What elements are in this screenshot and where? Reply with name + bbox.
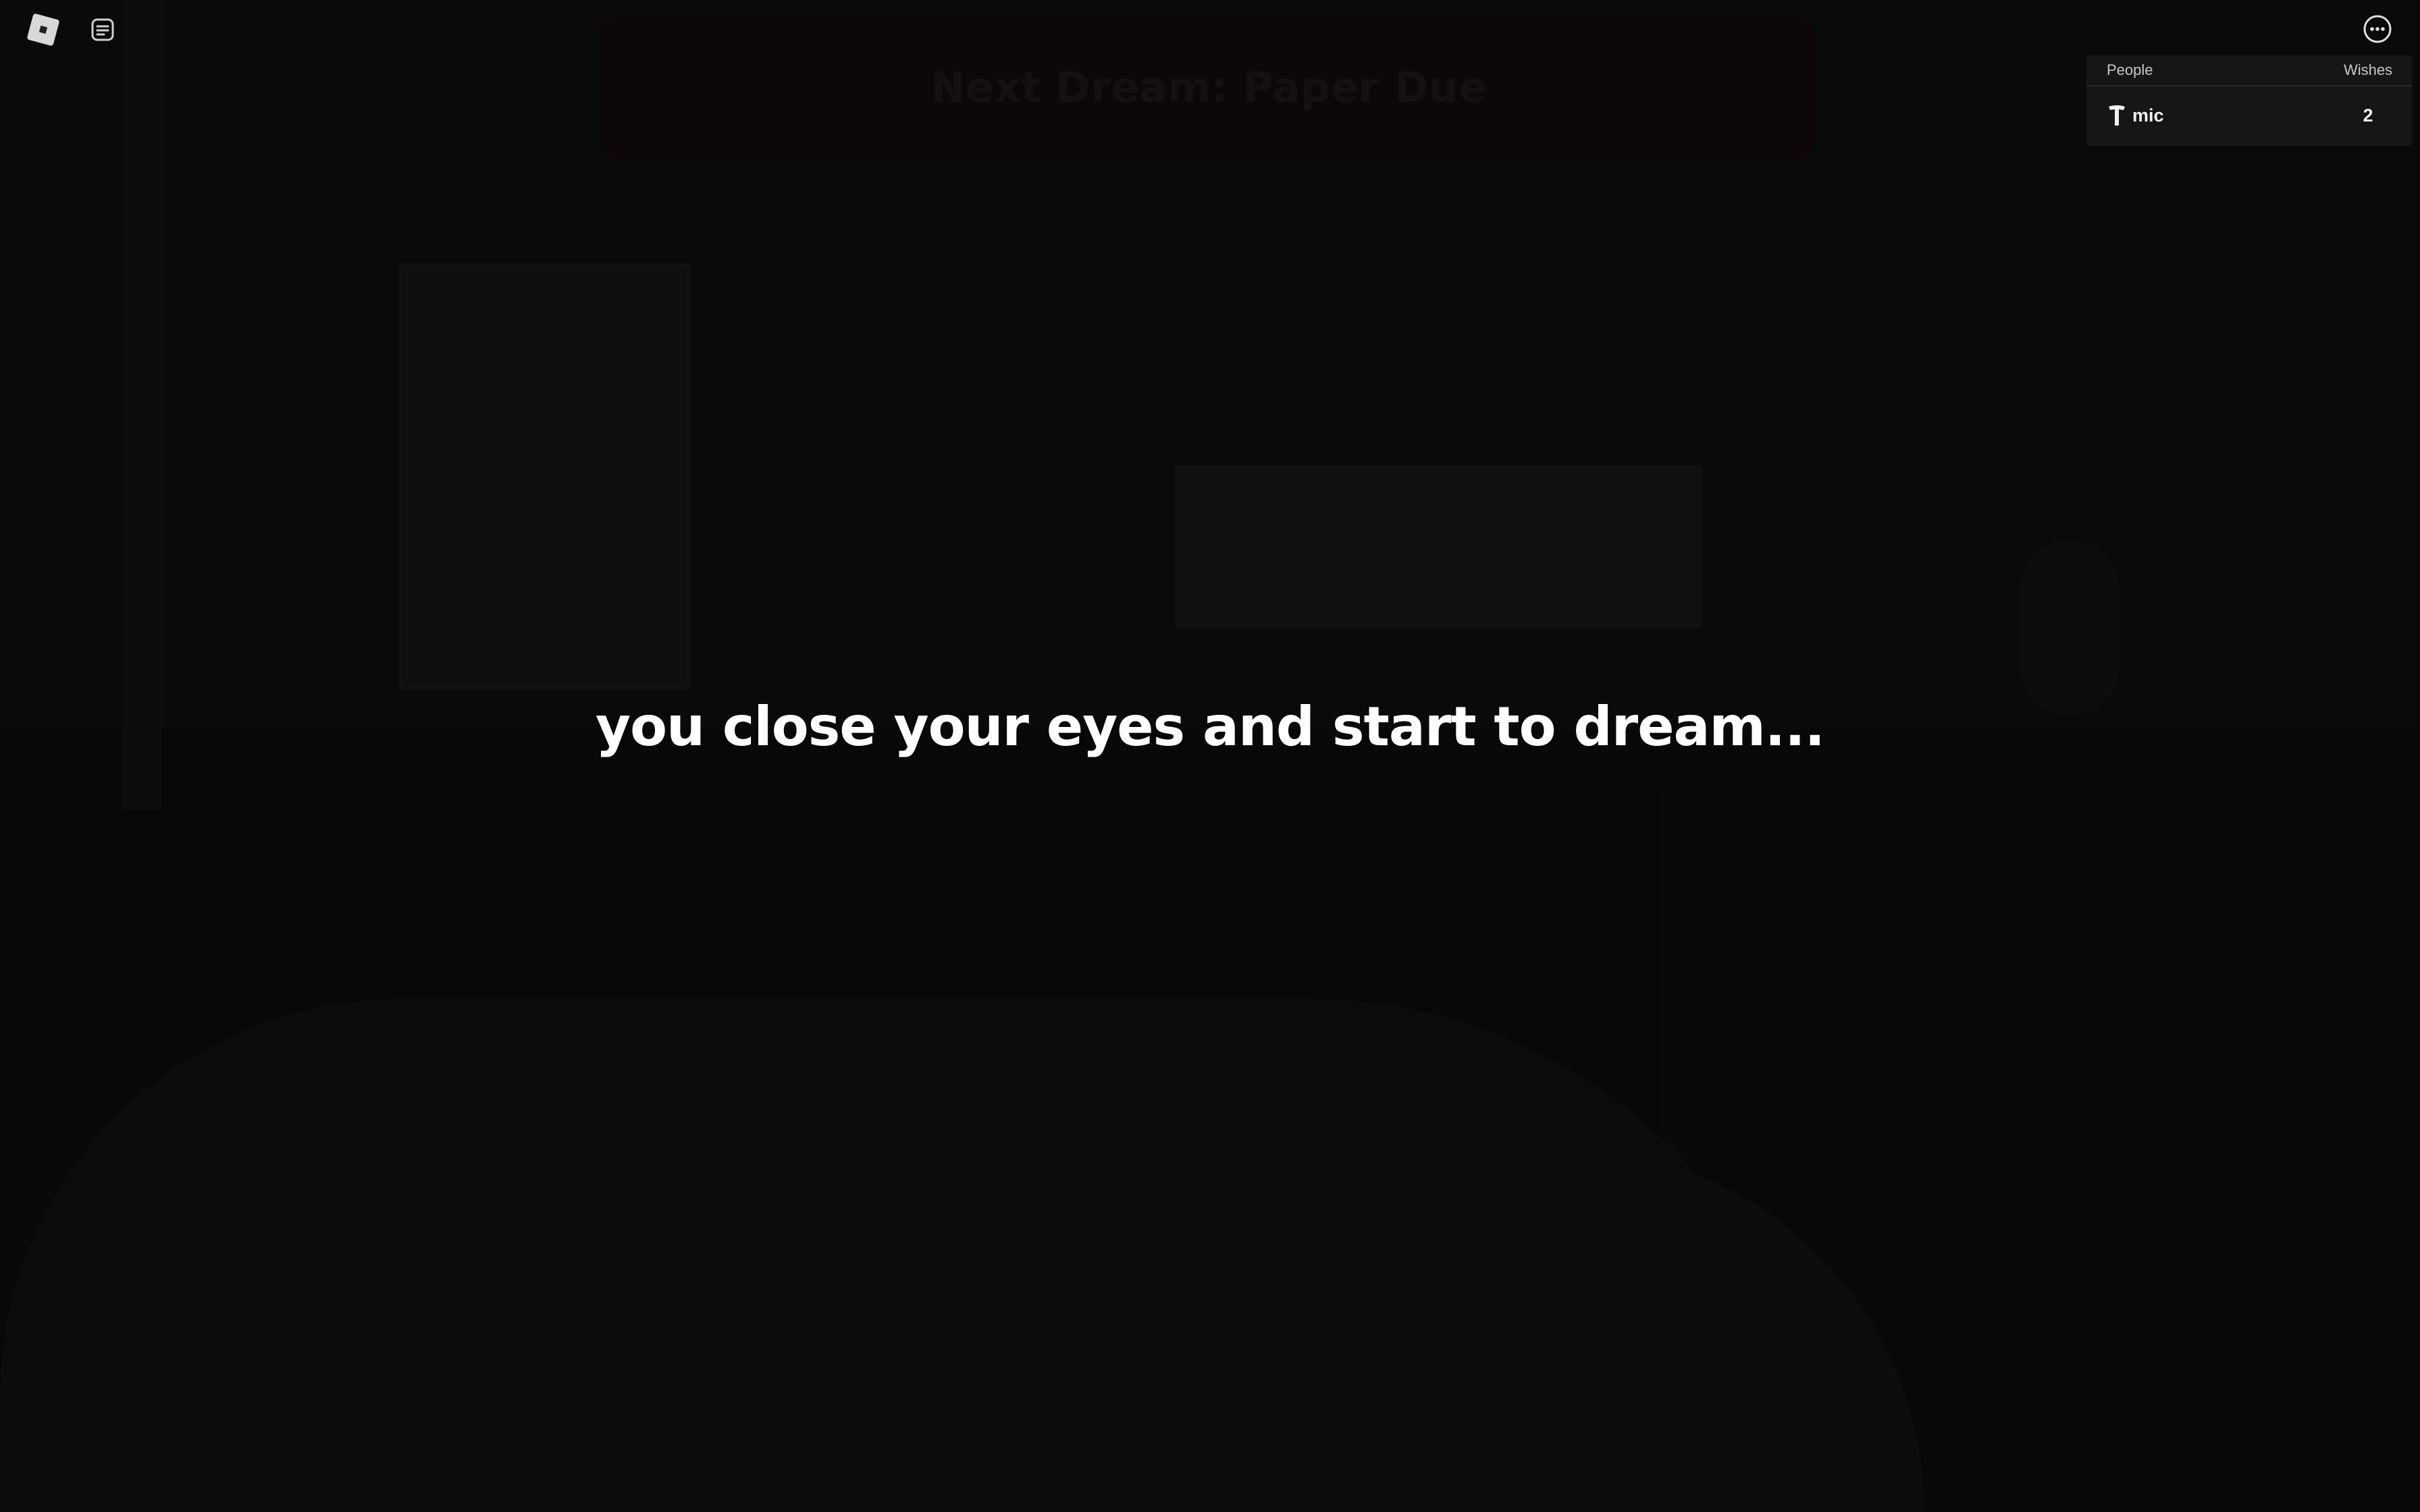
- roblox-logo-icon: [26, 13, 60, 47]
- more-options-button[interactable]: [2361, 12, 2394, 46]
- player-leaderboard: People Wishes mic 2: [2086, 55, 2412, 146]
- leaderboard-player-row[interactable]: mic 2: [2086, 86, 2412, 144]
- scene-window: [1175, 466, 1702, 628]
- scene-lamp: [2019, 540, 2120, 716]
- scene-dresser: [1661, 790, 2420, 1168]
- player-name: mic: [2132, 105, 2164, 126]
- scene-door: [398, 263, 690, 690]
- next-dream-banner: Next Dream: Paper Due: [604, 15, 1813, 160]
- game-viewport[interactable]: Next Dream: Paper Due People Wishes mic …: [0, 0, 2420, 1512]
- premium-badge-icon: [2107, 104, 2127, 127]
- leaderboard-header: People Wishes: [2086, 55, 2412, 86]
- column-people: People: [2107, 61, 2153, 78]
- column-wishes: Wishes: [2343, 61, 2393, 78]
- player-wishes-value: 2: [2363, 105, 2373, 126]
- roblox-menu-button[interactable]: [24, 11, 62, 49]
- chat-icon: [90, 17, 115, 43]
- player-cell: mic: [2086, 104, 2324, 127]
- chat-button[interactable]: [84, 11, 122, 49]
- more-options-icon: [2363, 14, 2392, 44]
- dream-message: you close your eyes and start to dream..…: [596, 695, 1825, 758]
- scene-wall-corner: [122, 0, 162, 810]
- banner-text: Next Dream: Paper Due: [930, 63, 1487, 112]
